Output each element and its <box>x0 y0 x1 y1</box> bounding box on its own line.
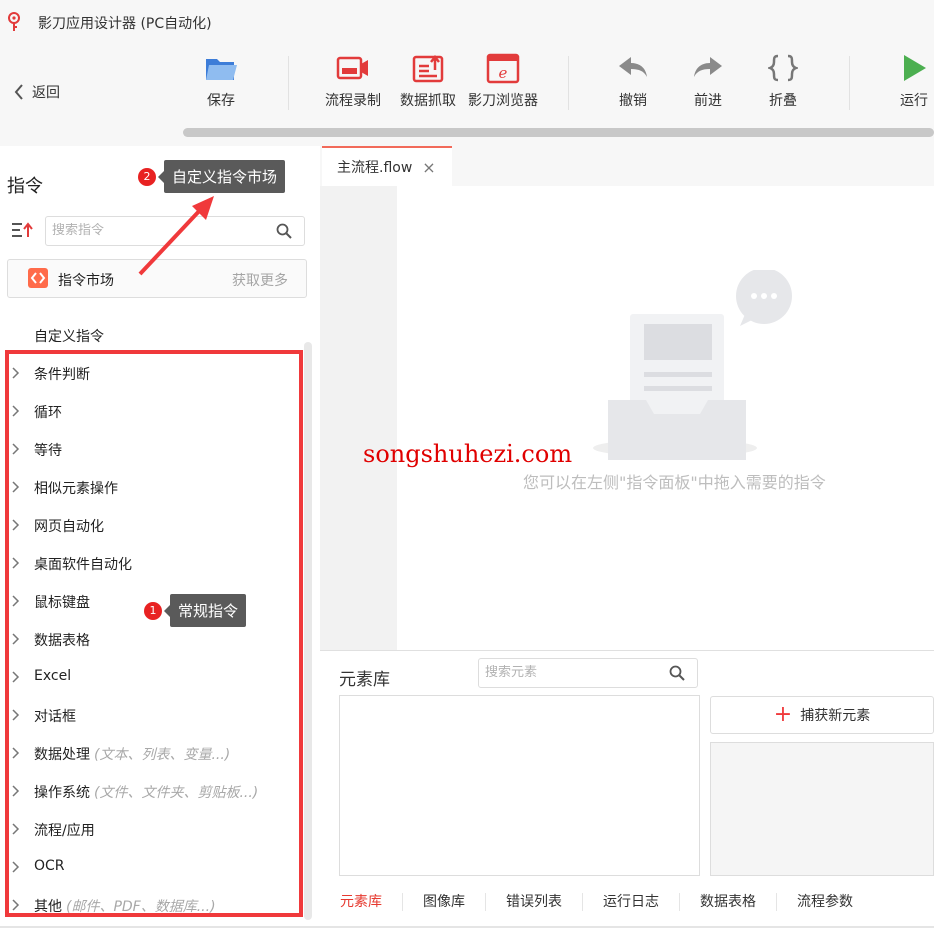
fold-button[interactable]: 折叠 <box>743 50 823 110</box>
toolbar-scrollbar[interactable] <box>183 128 934 137</box>
app-window: 影刀应用设计器 (PC自动化) 返回 保存 流程录制 数据抓取 e 影刀浏览器 … <box>0 0 934 928</box>
list-item-label: 自定义指令 <box>34 329 104 345</box>
save-label: 保存 <box>207 93 235 109</box>
undo-label: 撤销 <box>619 93 647 109</box>
run-label: 运行 <box>900 93 928 109</box>
toolbar-divider <box>288 56 289 110</box>
title-bar: 影刀应用设计器 (PC自动化) <box>0 0 934 44</box>
browser-label: 影刀浏览器 <box>468 93 538 109</box>
scrape-label: 数据抓取 <box>400 93 456 109</box>
annotation-number: 1 <box>144 601 162 620</box>
watermark-text: songshuhezi.com <box>363 440 573 468</box>
browser-button[interactable]: e 影刀浏览器 <box>463 50 543 110</box>
scrape-button[interactable]: 数据抓取 <box>388 50 468 110</box>
back-button[interactable]: 返回 <box>14 82 60 102</box>
annotation-label: 自定义指令市场 <box>157 160 286 193</box>
element-list[interactable] <box>339 695 700 876</box>
bottom-tab[interactable]: 流程参数 <box>777 893 873 911</box>
browser-icon: e <box>485 50 521 86</box>
capture-element-button[interactable]: + 捕获新元素 <box>710 696 934 734</box>
market-more-link[interactable]: 获取更多 <box>232 270 288 290</box>
close-icon[interactable]: × <box>422 158 435 177</box>
element-search-box <box>478 658 698 688</box>
play-icon <box>896 50 932 86</box>
plus-icon: + <box>773 702 793 727</box>
app-logo-icon <box>8 12 20 31</box>
annotation-number: 2 <box>138 167 156 186</box>
search-icon[interactable] <box>276 223 292 239</box>
record-button[interactable]: 流程录制 <box>313 50 393 110</box>
toolbar-divider <box>568 56 569 110</box>
window-title: 影刀应用设计器 (PC自动化) <box>38 16 212 32</box>
market-icon <box>28 268 48 288</box>
panel-scrollbar[interactable] <box>304 342 312 920</box>
empty-inbox-icon <box>593 270 792 460</box>
svg-text:e: e <box>499 64 508 82</box>
divider <box>320 650 934 651</box>
custom-commands-item[interactable]: 自定义指令 <box>0 316 300 354</box>
fold-label: 折叠 <box>769 93 797 109</box>
bottom-tab[interactable]: 图像库 <box>403 893 486 911</box>
editor-tab-bar: 主流程.flow × <box>320 146 934 186</box>
bottom-tab[interactable]: 错误列表 <box>486 893 583 911</box>
annotation-general-commands: 1 常规指令 <box>144 594 247 627</box>
annotation-arrow-icon <box>138 196 214 276</box>
sort-icon[interactable] <box>11 222 33 238</box>
tab-main-flow[interactable]: 主流程.flow × <box>322 146 452 186</box>
capture-label: 捕获新元素 <box>800 708 871 724</box>
toolbar: 返回 保存 流程录制 数据抓取 e 影刀浏览器 撤销 前进 折叠 运行 <box>0 44 934 146</box>
bottom-tab-bar: 元素库 图像库 错误列表 运行日志 数据表格 流程参数 <box>320 884 934 920</box>
search-icon[interactable] <box>669 665 685 681</box>
folder-icon <box>203 50 239 86</box>
empty-canvas-hint: 您可以在左侧"指令面板"中拖入需要的指令 <box>523 473 826 492</box>
tab-label: 主流程.flow <box>337 160 413 176</box>
back-label: 返回 <box>32 85 60 101</box>
panel-title: 指令 <box>7 176 43 197</box>
save-button[interactable]: 保存 <box>181 50 261 110</box>
redo-button[interactable]: 前进 <box>668 50 748 110</box>
element-library-title: 元素库 <box>339 670 390 690</box>
braces-icon <box>765 50 801 86</box>
undo-button[interactable]: 撤销 <box>593 50 673 110</box>
data-upload-icon <box>410 50 446 86</box>
redo-arrow-icon <box>690 50 726 86</box>
element-search-input[interactable] <box>485 665 655 680</box>
bottom-tab[interactable]: 运行日志 <box>583 893 680 911</box>
record-label: 流程录制 <box>325 93 381 109</box>
video-camera-icon <box>335 50 371 86</box>
highlight-box <box>5 350 303 917</box>
annotation-custom-market: 2 自定义指令市场 <box>138 160 286 193</box>
market-label: 指令市场 <box>58 273 114 289</box>
toolbar-divider <box>849 56 850 110</box>
line-gutter <box>320 186 397 650</box>
undo-arrow-icon <box>615 50 651 86</box>
run-button[interactable]: 运行 <box>874 50 934 110</box>
element-preview <box>710 742 934 876</box>
bottom-tab[interactable]: 数据表格 <box>680 893 777 911</box>
annotation-label: 常规指令 <box>163 594 247 627</box>
chevron-left-icon <box>14 84 23 100</box>
redo-label: 前进 <box>694 93 722 109</box>
bottom-tab[interactable]: 元素库 <box>320 893 403 911</box>
